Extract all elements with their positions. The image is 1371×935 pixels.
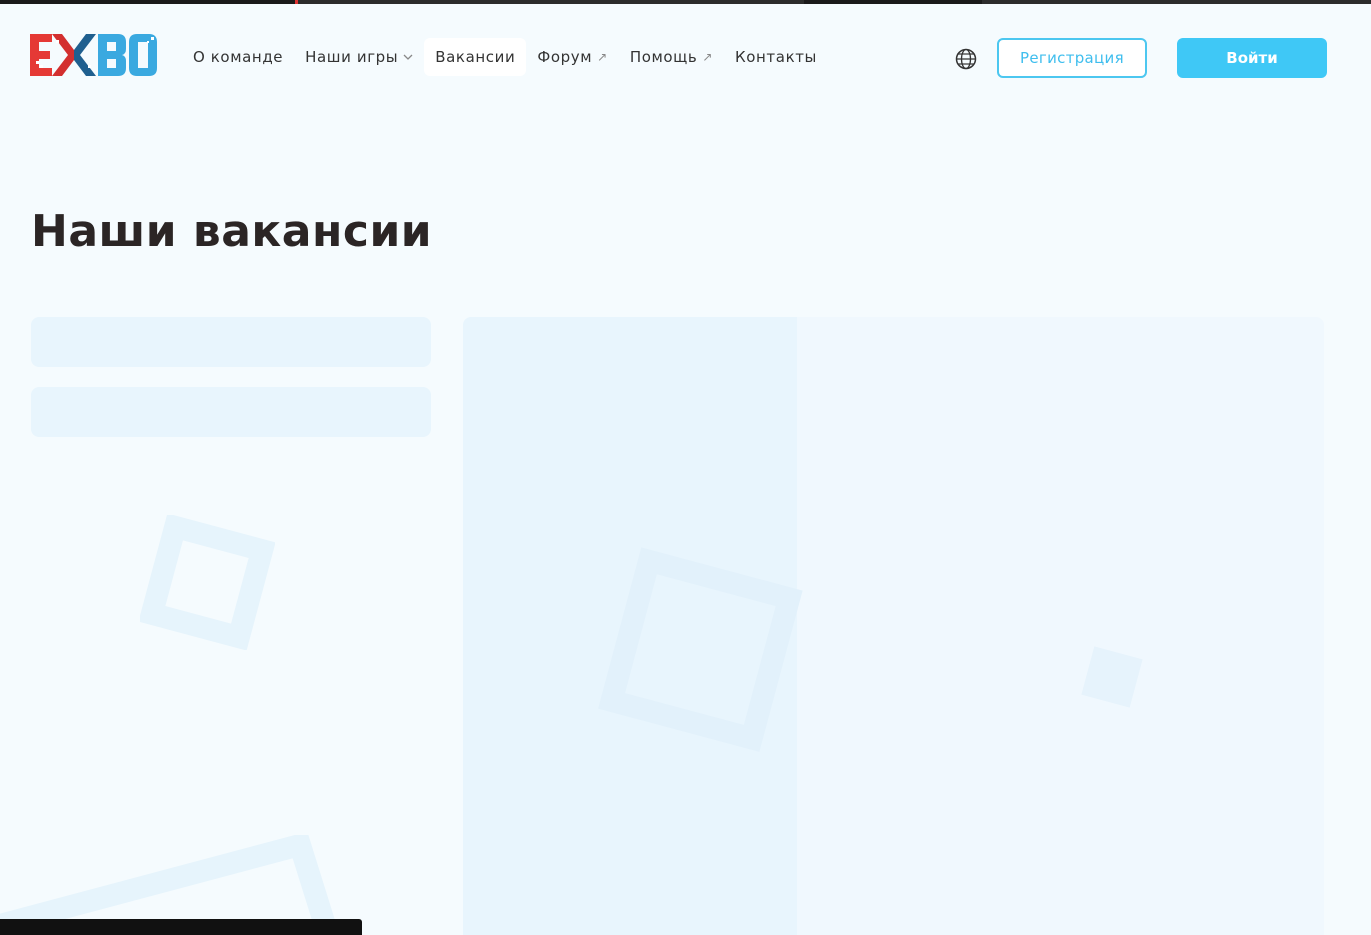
nav-item-contacts[interactable]: Контакты bbox=[724, 38, 828, 76]
nav-item-label: Контакты bbox=[735, 48, 818, 66]
nav-item-help[interactable]: Помощь ↗ bbox=[619, 38, 724, 76]
skeleton-placeholder bbox=[31, 387, 431, 437]
vacancy-content-panel bbox=[463, 317, 1324, 935]
decorative-square bbox=[1081, 646, 1143, 708]
globe-icon[interactable] bbox=[955, 48, 977, 70]
register-button[interactable]: Регистрация bbox=[997, 38, 1147, 78]
nav-item-forum[interactable]: Форум ↗ bbox=[526, 38, 618, 76]
decorative-square bbox=[598, 547, 803, 752]
external-link-icon: ↗ bbox=[597, 50, 608, 64]
nav-item-label: Вакансии bbox=[435, 48, 516, 66]
nav-item-label: О команде bbox=[193, 48, 284, 66]
external-link-icon: ↗ bbox=[702, 50, 713, 64]
nav-item-label: Форум bbox=[537, 48, 593, 66]
nav-item-label: Помощь bbox=[629, 48, 698, 66]
chevron-down-icon bbox=[403, 54, 413, 60]
page-title: Наши вакансии bbox=[31, 206, 433, 257]
nav-item-label: Наши игры bbox=[305, 48, 399, 66]
site-header: О команде Наши игры Вакансии Форум ↗ Пом… bbox=[0, 4, 1371, 100]
login-button[interactable]: Войти bbox=[1177, 38, 1327, 78]
decorative-square bbox=[140, 515, 275, 650]
nav-item-vacancies[interactable]: Вакансии bbox=[424, 38, 527, 76]
main-nav: О команде Наши игры Вакансии Форум ↗ Пом… bbox=[182, 38, 828, 76]
nav-item-about[interactable]: О команде bbox=[182, 38, 294, 76]
nav-item-games[interactable]: Наши игры bbox=[294, 38, 424, 76]
skeleton-placeholder bbox=[31, 317, 431, 367]
exbo-logo[interactable] bbox=[30, 34, 157, 76]
system-taskbar-fragment bbox=[0, 919, 362, 935]
